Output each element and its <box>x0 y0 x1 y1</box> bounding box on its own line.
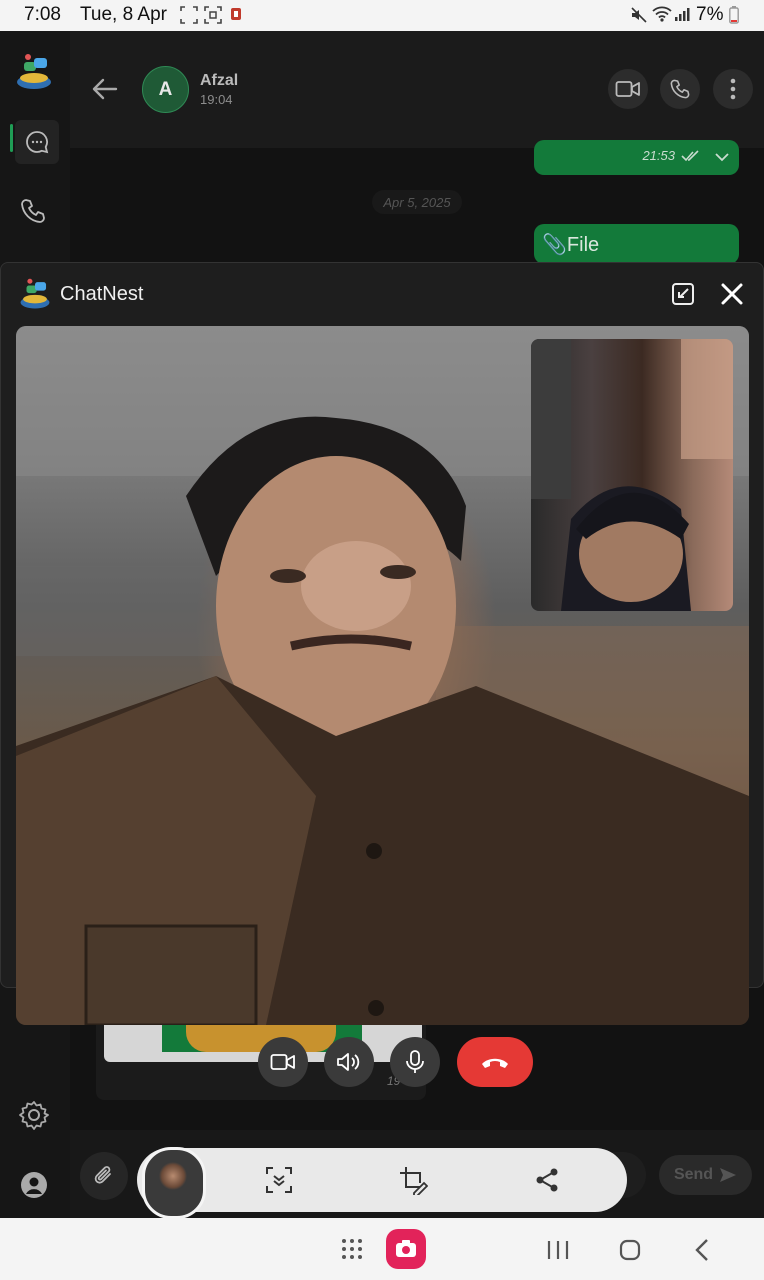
settings-button[interactable] <box>18 1099 50 1131</box>
file-message-label: 📎File <box>542 234 600 256</box>
minimize-button[interactable] <box>671 282 695 306</box>
crop-edit-icon <box>398 1165 428 1195</box>
nav-calls-button[interactable] <box>19 197 47 225</box>
home-button[interactable] <box>618 1238 642 1262</box>
camera-icon <box>395 1239 417 1259</box>
phone-icon <box>669 78 691 100</box>
microphone-button[interactable] <box>390 1037 440 1087</box>
paperclip-icon <box>93 1165 115 1187</box>
scan-icon <box>204 6 222 24</box>
chevron-left-icon <box>692 1238 712 1262</box>
screen-recorder-app-button[interactable] <box>386 1229 426 1269</box>
send-button[interactable]: Send <box>659 1155 752 1195</box>
microphone-icon <box>405 1049 425 1075</box>
share-icon <box>533 1166 561 1194</box>
contact-name: Afzal <box>200 72 239 89</box>
contact-avatar[interactable]: A <box>142 66 189 113</box>
minimize-window-icon <box>671 282 695 306</box>
status-time: 7:08 <box>24 4 61 25</box>
wifi-icon <box>652 6 672 22</box>
system-navigation-bar <box>0 1218 764 1280</box>
end-call-button[interactable] <box>457 1037 533 1087</box>
speaker-button[interactable] <box>324 1037 374 1087</box>
speaker-icon <box>336 1051 362 1073</box>
attach-button[interactable] <box>80 1152 128 1200</box>
smart-select-button[interactable] <box>264 1165 294 1195</box>
chatnest-logo-icon <box>18 277 52 311</box>
active-indicator <box>10 124 13 152</box>
self-video-preview[interactable] <box>531 339 733 611</box>
screenshot-thumbnail[interactable] <box>142 1147 206 1219</box>
send-arrow-icon <box>719 1167 737 1183</box>
app-notification-icon <box>230 6 242 22</box>
hang-up-icon <box>480 1055 510 1069</box>
chevron-down-icon[interactable] <box>715 152 729 162</box>
phone-icon <box>19 197 47 225</box>
screen-capture-icon <box>180 6 198 24</box>
contact-last-seen: 19:04 <box>200 92 233 107</box>
more-vertical-icon <box>730 78 736 100</box>
nav-chats-button[interactable] <box>15 120 59 164</box>
signal-icon <box>674 6 690 22</box>
back-button[interactable] <box>90 74 120 104</box>
status-date: Tue, 8 Apr <box>80 4 167 25</box>
grid-icon <box>341 1238 363 1260</box>
share-button[interactable] <box>533 1166 561 1194</box>
close-button[interactable] <box>720 282 744 306</box>
more-options-button[interactable] <box>713 69 753 109</box>
voice-call-button[interactable] <box>660 69 700 109</box>
scroll-capture-icon <box>264 1165 294 1195</box>
profile-button[interactable] <box>20 1171 48 1199</box>
app-logo-icon <box>14 52 54 92</box>
overlay-app-name: ChatNest <box>60 283 144 305</box>
double-check-icon <box>681 150 701 162</box>
arrow-left-icon <box>90 74 120 104</box>
status-bar: 7:08 Tue, 8 Apr 7% <box>0 0 764 31</box>
message-time: 21:53 <box>642 148 675 163</box>
gear-icon <box>18 1099 50 1131</box>
date-separator: Apr 5, 2025 <box>372 190 462 214</box>
close-icon <box>720 282 744 306</box>
recents-icon <box>546 1239 570 1261</box>
battery-percent: 7% <box>696 4 724 25</box>
home-icon <box>618 1238 642 1262</box>
app-drawer-button[interactable] <box>341 1238 363 1260</box>
toggle-camera-button[interactable] <box>258 1037 308 1087</box>
file-message-bubble[interactable]: 📎File <box>534 224 739 264</box>
video-camera-icon <box>270 1053 296 1071</box>
user-avatar-icon <box>20 1171 48 1199</box>
back-nav-button[interactable] <box>692 1238 712 1262</box>
mute-icon <box>630 6 648 24</box>
crop-edit-button[interactable] <box>398 1165 428 1195</box>
recent-apps-button[interactable] <box>546 1239 570 1261</box>
message-bubble-sent[interactable]: 21:53 <box>534 140 739 175</box>
chat-icon <box>24 129 50 155</box>
battery-icon <box>729 6 739 24</box>
send-label: Send <box>673 1166 714 1183</box>
video-camera-icon <box>615 80 641 98</box>
video-call-button[interactable] <box>608 69 648 109</box>
